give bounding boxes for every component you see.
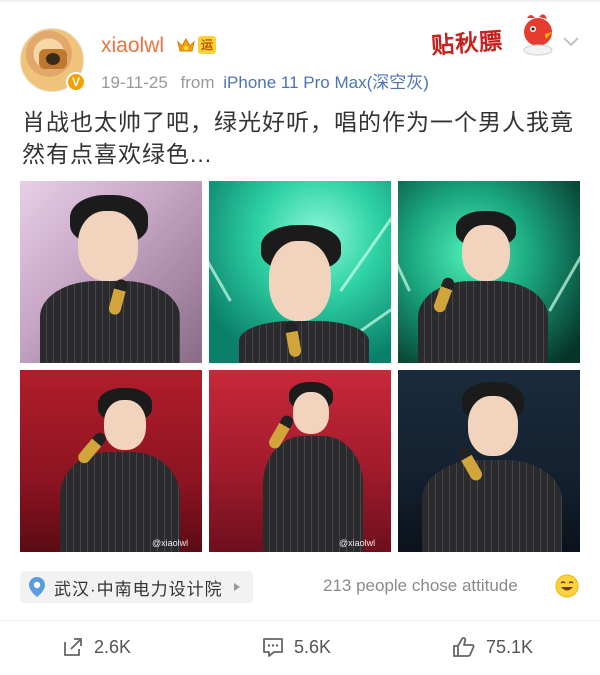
yun-badge[interactable]: 运 — [198, 36, 216, 54]
device-link[interactable]: iPhone 11 Pro Max(深空灰) — [223, 73, 429, 92]
like-button[interactable]: 75.1K — [452, 634, 533, 660]
from-label: from — [180, 73, 215, 92]
image-watermark: @xiaolwl — [339, 538, 376, 548]
location-pin-icon — [29, 577, 45, 597]
photo-figure-face — [78, 211, 138, 281]
autumn-sticker: 贴秋膘 — [423, 10, 558, 68]
photo-figure-jacket — [60, 452, 180, 552]
like-count: 75.1K — [486, 636, 534, 657]
verified-badge-icon: V — [66, 72, 86, 92]
crown-icon[interactable] — [176, 36, 196, 54]
photo-figure-jacket — [239, 321, 369, 363]
photo-figure-jacket — [422, 460, 562, 552]
post-meta: 19-11-25 from iPhone 11 Pro Max(深空灰) — [101, 68, 429, 93]
avatar-camera — [46, 53, 60, 65]
attitude-count[interactable]: 213 people chose attitude — [323, 576, 518, 596]
share-icon — [64, 638, 82, 656]
caret-right-icon — [233, 583, 240, 591]
location-text: 武汉·中南电力设计院 — [54, 579, 223, 599]
photo-figure-face — [468, 396, 518, 456]
post-date: 19-11-25 — [101, 73, 168, 92]
post-text: 肖战也太帅了吧，绿光好听，唱的作为一个男人我竟然有点喜欢绿色... — [22, 109, 574, 167]
chevron-down-icon[interactable] — [562, 36, 580, 48]
photo-figure-face — [104, 400, 146, 450]
photo-figure-jacket — [263, 436, 363, 552]
location-tag[interactable]: 武汉·中南电力设计院 — [20, 571, 253, 603]
action-divider — [0, 620, 600, 621]
username[interactable]: xiaolwl — [101, 34, 164, 58]
mascot-icon — [523, 14, 553, 56]
image-grid: @xiaolwl @xiaolwl — [20, 181, 580, 552]
post-image-3[interactable] — [398, 181, 580, 363]
post-image-5[interactable]: @xiaolwl — [209, 370, 391, 552]
photo-figure-jacket — [40, 281, 180, 363]
post-image-4[interactable]: @xiaolwl — [20, 370, 202, 552]
light-beam — [398, 181, 411, 292]
like-icon — [453, 637, 475, 657]
post-image-1[interactable] — [20, 181, 202, 363]
share-button[interactable]: 2.6K — [62, 634, 131, 660]
share-count: 2.6K — [94, 636, 132, 657]
photo-figure-face — [269, 241, 331, 321]
image-watermark: @xiaolwl — [152, 538, 189, 548]
light-beam — [359, 249, 391, 333]
photo-figure-face — [293, 392, 329, 434]
post-image-2[interactable] — [209, 181, 391, 363]
post-image-6[interactable] — [398, 370, 580, 552]
comment-count: 5.6K — [294, 636, 332, 657]
comment-icon — [263, 638, 283, 657]
light-beam — [339, 181, 391, 292]
sticker-text: 贴秋膘 — [430, 27, 505, 60]
light-beam — [548, 189, 580, 312]
weibo-post-card: V xiaolwl 运 19-11-25 from iPhone 11 Pro … — [0, 0, 600, 675]
comment-button[interactable]: 5.6K — [262, 634, 331, 660]
smile-emoji-icon[interactable] — [555, 574, 579, 598]
light-beam — [209, 181, 232, 302]
photo-figure-face — [462, 225, 510, 281]
